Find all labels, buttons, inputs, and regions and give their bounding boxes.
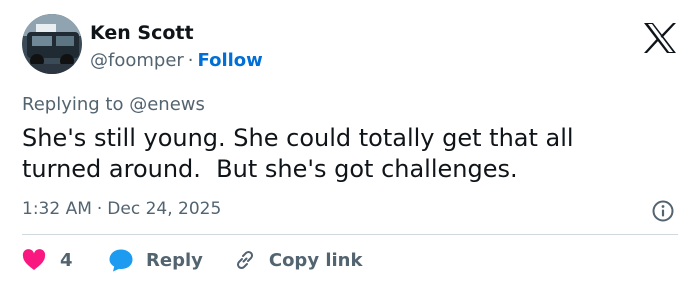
tweet-timestamp[interactable]: 1:32 AM · Dec 24, 2025	[22, 197, 221, 221]
info-icon[interactable]	[651, 199, 675, 223]
reply-bubble-icon	[109, 249, 133, 272]
x-logo-icon[interactable]	[642, 22, 678, 54]
like-count: 4	[60, 249, 73, 271]
follow-button[interactable]: Follow	[198, 50, 263, 71]
author-handle[interactable]: @foomper	[90, 50, 184, 71]
avatar-image	[22, 14, 82, 74]
tweet-date: Dec 24, 2025	[107, 199, 222, 219]
author-handle-row: @foomper · Follow	[90, 48, 263, 74]
handle-separator: ·	[187, 50, 194, 71]
copy-link-button[interactable]: Copy link	[233, 245, 363, 275]
author-name[interactable]: Ken Scott	[90, 20, 263, 46]
tweet-text: She's still young. She could totally get…	[22, 124, 574, 183]
author-block: Ken Scott @foomper · Follow	[90, 20, 263, 74]
reply-label: Reply	[146, 249, 203, 271]
reply-mention-link[interactable]: @enews	[129, 94, 205, 115]
link-icon	[236, 250, 253, 270]
reply-context: Replying to @enews	[22, 93, 205, 117]
avatar[interactable]	[22, 14, 82, 74]
embedded-tweet-card: Ken Scott @foomper · Follow Replying to @e…	[0, 0, 700, 287]
timestamp-separator: ·	[96, 199, 103, 219]
like-button[interactable]: 4	[22, 245, 102, 275]
heart-icon	[22, 249, 46, 270]
reply-context-prefix: Replying to	[22, 94, 124, 115]
reply-button[interactable]: Reply	[108, 245, 203, 275]
copy-link-label: Copy link	[268, 249, 363, 271]
action-bar: 4 Reply Copy link	[22, 245, 362, 275]
tweet-time: 1:32 AM	[22, 199, 92, 219]
divider	[22, 234, 678, 235]
